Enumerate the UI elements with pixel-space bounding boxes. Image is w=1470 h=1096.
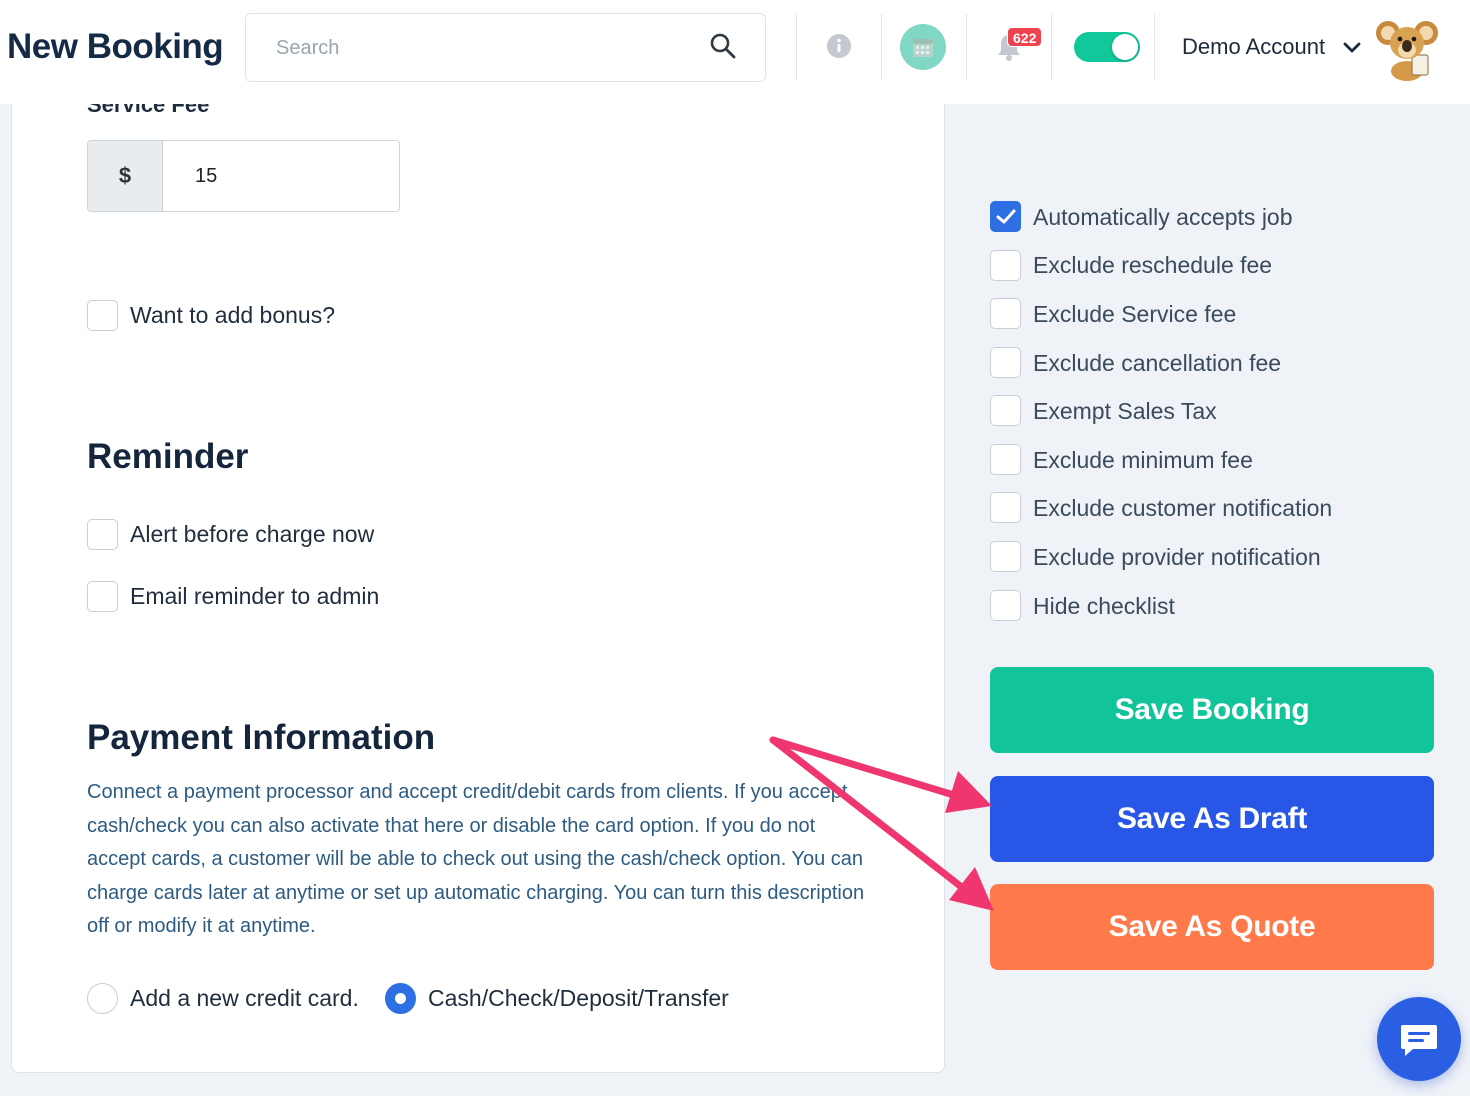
notification-badge: 622 [1007,27,1043,47]
checkmark-icon [996,209,1016,224]
payment-description: Connect a payment processor and accept c… [87,781,865,938]
option-checkbox-auto-accept[interactable] [990,201,1021,232]
header-divider [966,14,967,80]
alert-before-charge-checkbox[interactable] [87,519,118,550]
search-input[interactable] [276,34,676,62]
radio-cash-check[interactable] [385,983,416,1014]
currency-prefix: $ [88,141,163,211]
option-label-minimum-fee: Exclude minimum fee [1033,447,1253,473]
arrowhead-draft [945,771,992,813]
bonus-label: Want to add bonus? [130,302,336,328]
alert-before-charge-label: Alert before charge now [130,521,375,547]
option-label-sales-tax: Exempt Sales Tax [1033,398,1217,424]
option-checkbox-hide-checklist[interactable] [990,590,1021,621]
header-divider [1051,14,1052,80]
account-menu[interactable]: Demo Account [1182,34,1325,60]
bonus-checkbox[interactable] [87,300,118,331]
email-reminder-label: Email reminder to admin [130,583,380,609]
new-credit-card-label: Add a new credit card. [130,985,359,1011]
info-icon[interactable] [826,33,852,64]
save-as-draft-button[interactable]: Save As Draft [990,776,1434,862]
option-checkbox-minimum-fee[interactable] [990,444,1021,475]
header-divider [1154,14,1155,80]
option-label-reschedule-fee: Exclude reschedule fee [1033,252,1273,278]
option-label-auto-accept: Automatically accepts job [1033,204,1293,230]
toggle-knob [1112,34,1138,60]
top-header: New Booking 622 Demo Account [0,0,1470,104]
option-label-customer-notification: Exclude customer notification [1033,495,1333,521]
header-divider [881,14,882,80]
option-label-provider-notification: Exclude provider notification [1033,544,1321,570]
option-checkbox-customer-notification[interactable] [990,492,1021,523]
chat-button[interactable] [1377,997,1461,1081]
payment-information-title: Payment Information [87,718,436,757]
option-label-cancellation-fee: Exclude cancellation fee [1033,350,1282,376]
option-label-service-fee: Exclude Service fee [1033,301,1237,327]
option-checkbox-service-fee[interactable] [990,298,1021,329]
status-toggle[interactable] [1074,32,1140,62]
page-title: New Booking [7,27,224,66]
search-box[interactable] [245,13,766,82]
option-checkbox-reschedule-fee[interactable] [990,250,1021,281]
save-booking-button[interactable]: Save Booking [990,667,1434,753]
arrowhead-quote [949,867,994,911]
chat-icon [1401,1025,1437,1056]
calendar-button[interactable] [900,24,946,70]
header-divider [796,14,797,80]
service-fee-input[interactable] [164,141,399,211]
search-icon[interactable] [709,32,737,65]
option-checkbox-sales-tax[interactable] [990,395,1021,426]
option-checkbox-provider-notification[interactable] [990,541,1021,572]
option-checkbox-cancellation-fee[interactable] [990,347,1021,378]
koala-avatar[interactable] [1374,15,1440,86]
option-label-hide-checklist: Hide checklist [1033,593,1175,619]
reminder-title: Reminder [87,437,249,476]
service-fee-input-group: $ [87,140,400,212]
email-reminder-checkbox[interactable] [87,581,118,612]
save-as-quote-button[interactable]: Save As Quote [990,884,1434,970]
chevron-down-icon[interactable] [1343,41,1361,60]
radio-new-credit-card[interactable] [87,983,118,1014]
calendar-icon [913,39,933,57]
cash-check-label: Cash/Check/Deposit/Transfer [428,985,729,1011]
